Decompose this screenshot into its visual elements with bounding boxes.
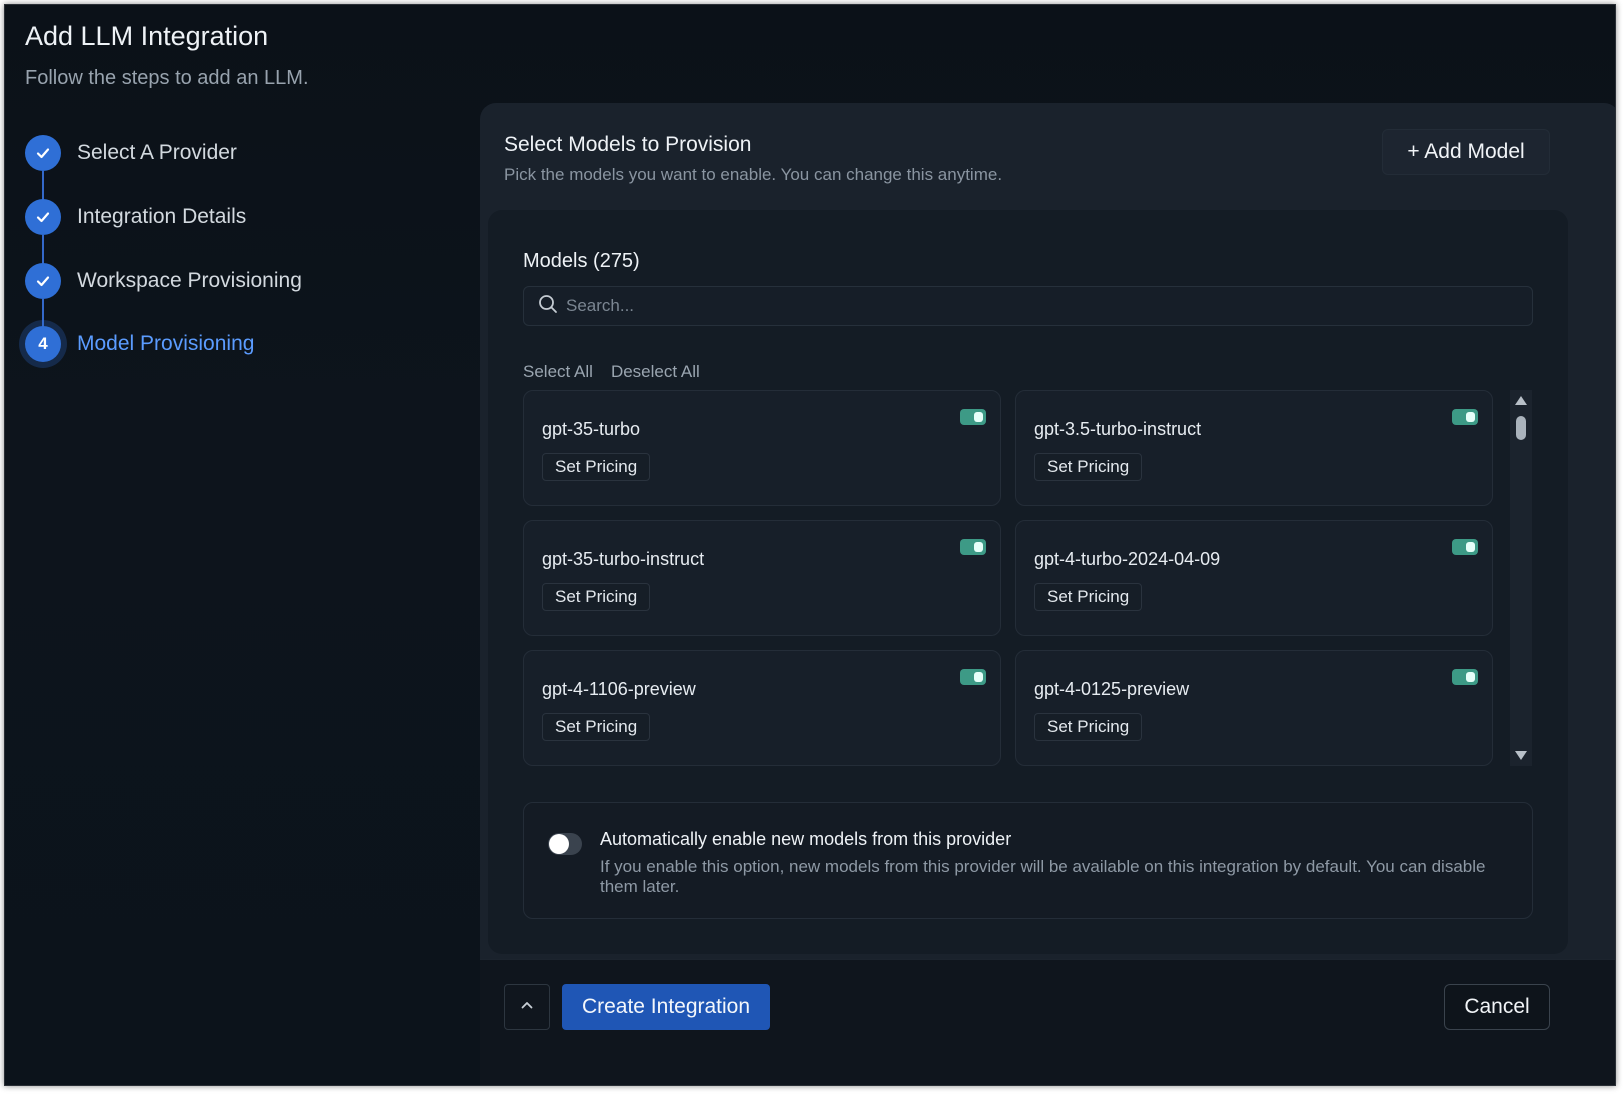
model-name: gpt-4-1106-preview — [542, 679, 696, 699]
dialog-footer: Create Integration Cancel — [480, 959, 1615, 1085]
search-field[interactable] — [523, 286, 1533, 326]
search-icon — [538, 294, 558, 319]
collapse-button[interactable] — [504, 984, 550, 1030]
check-icon — [25, 199, 61, 235]
model-card: gpt-4-turbo-2024-04-09 Set Pricing — [1015, 520, 1493, 636]
model-toggle[interactable] — [1452, 669, 1478, 685]
selection-links: Select All Deselect All — [523, 362, 700, 382]
model-card: gpt-35-turbo-instruct Set Pricing — [523, 520, 1001, 636]
toggle-knob — [974, 542, 983, 552]
step-select-provider[interactable]: Select A Provider — [25, 133, 237, 173]
step-label: Integration Details — [77, 205, 247, 228]
create-integration-button[interactable]: Create Integration — [562, 984, 770, 1030]
model-card: gpt-4-1106-preview Set Pricing — [523, 650, 1001, 766]
model-name: gpt-4-0125-preview — [1034, 679, 1190, 699]
add-llm-integration-dialog: Add LLM Integration Follow the steps to … — [4, 4, 1616, 1086]
model-name: gpt-35-turbo — [542, 419, 641, 439]
step-label: Select A Provider — [77, 141, 237, 164]
panel-subtitle: Pick the models you want to enable. You … — [504, 165, 1003, 184]
model-card: gpt-3.5-turbo-instruct Set Pricing — [1015, 390, 1493, 506]
model-toggle[interactable] — [960, 539, 986, 555]
model-card: gpt-4-0125-preview Set Pricing — [1015, 650, 1493, 766]
set-pricing-button[interactable]: Set Pricing — [542, 713, 651, 741]
toggle-knob — [1466, 542, 1475, 552]
check-icon — [25, 263, 61, 299]
model-name: gpt-3.5-turbo-instruct — [1034, 419, 1202, 439]
models-count-title: Models (275) — [523, 250, 640, 272]
step-integration-details[interactable]: Integration Details — [25, 197, 246, 237]
check-icon — [25, 135, 61, 171]
step-label: Model Provisioning — [77, 332, 255, 355]
scroll-down-arrow-icon[interactable] — [1515, 751, 1527, 760]
page-title: Add LLM Integration — [25, 21, 269, 51]
toggle-knob — [974, 412, 983, 422]
set-pricing-button[interactable]: Set Pricing — [542, 453, 651, 481]
model-toggle[interactable] — [960, 669, 986, 685]
models-scrollbar[interactable] — [1510, 390, 1532, 766]
step-workspace-provisioning[interactable]: Workspace Provisioning — [25, 261, 302, 301]
page-subtitle: Follow the steps to add an LLM. — [25, 67, 309, 89]
model-toggle[interactable] — [1452, 539, 1478, 555]
model-name: gpt-35-turbo-instruct — [542, 549, 705, 569]
model-provision-panel: Select Models to Provision Pick the mode… — [480, 103, 1615, 1085]
search-input[interactable] — [566, 296, 1466, 316]
toggle-knob — [1466, 672, 1475, 682]
model-name: gpt-4-turbo-2024-04-09 — [1034, 549, 1221, 569]
set-pricing-button[interactable]: Set Pricing — [1034, 713, 1143, 741]
auto-enable-title: Automatically enable new models from thi… — [600, 829, 1012, 849]
panel-title: Select Models to Provision — [504, 133, 752, 156]
scroll-thumb[interactable] — [1516, 416, 1526, 440]
deselect-all-link[interactable]: Deselect All — [611, 362, 700, 382]
cancel-button[interactable]: Cancel — [1444, 984, 1550, 1030]
set-pricing-button[interactable]: Set Pricing — [1034, 583, 1143, 611]
toggle-knob — [1466, 412, 1475, 422]
set-pricing-button[interactable]: Set Pricing — [542, 583, 651, 611]
step-model-provisioning[interactable]: 4 Model Provisioning — [25, 324, 254, 364]
set-pricing-button[interactable]: Set Pricing — [1034, 453, 1143, 481]
auto-enable-toggle[interactable] — [548, 833, 582, 855]
model-card: gpt-35-turbo Set Pricing — [523, 390, 1001, 506]
select-all-link[interactable]: Select All — [523, 362, 593, 382]
models-card: Models (275) Select All Deselect All gpt… — [488, 210, 1568, 954]
auto-enable-description: If you enable this option, new models fr… — [600, 857, 1486, 896]
model-toggle[interactable] — [1452, 409, 1478, 425]
scroll-up-arrow-icon[interactable] — [1515, 396, 1527, 405]
toggle-knob — [974, 672, 983, 682]
step-number: 4 — [25, 326, 61, 362]
chevron-up-icon — [519, 997, 535, 1018]
model-toggle[interactable] — [960, 409, 986, 425]
step-label: Workspace Provisioning — [77, 269, 302, 292]
add-model-button[interactable]: + Add Model — [1382, 129, 1550, 175]
toggle-knob — [549, 834, 569, 854]
auto-enable-option: Automatically enable new models from thi… — [523, 802, 1533, 919]
